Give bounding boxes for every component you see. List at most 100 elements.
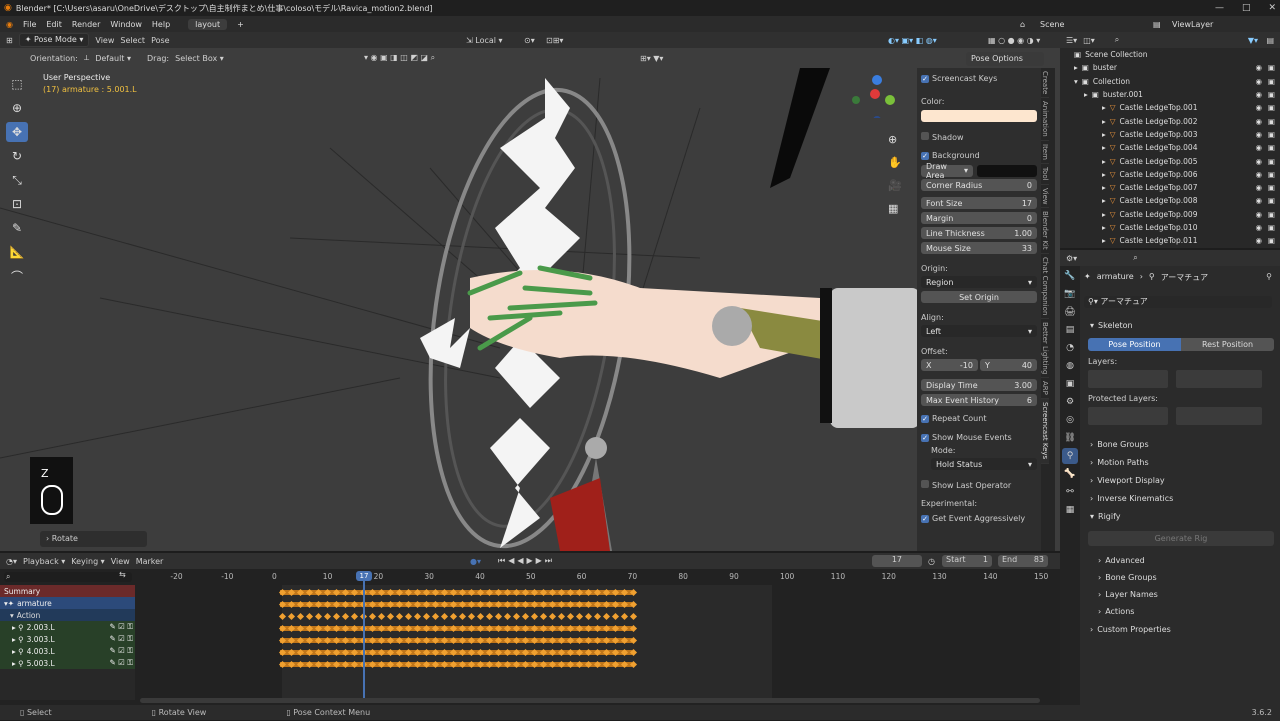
set-origin-button[interactable]: Set Origin (921, 291, 1037, 303)
camera-icon[interactable]: ▣ (1268, 103, 1275, 112)
menu-playback[interactable]: Playback ▾ (23, 557, 65, 566)
inverse-kinematics-panel[interactable]: › Inverse Kinematics (1084, 489, 1274, 507)
channel-toggle-icons[interactable]: ✎ ☑ ⚿ (110, 658, 133, 668)
minimize-button[interactable]: — (1215, 0, 1224, 16)
repeat-count-checkbox[interactable]: ✓ Repeat Count (921, 412, 1037, 425)
record-icon[interactable]: ●▾ (470, 557, 481, 566)
show-mouse-events-checkbox[interactable]: ✓ Show Mouse Events (921, 431, 1037, 444)
tab-create[interactable]: Create (1041, 68, 1049, 99)
channel-bone[interactable]: ▸ ⚲ 4.003.L ✎ ☑ ⚿ (0, 645, 135, 657)
tab-tool[interactable]: Tool (1041, 164, 1049, 185)
menu-help[interactable]: Help (152, 20, 170, 29)
transform-tool-icon[interactable]: ⊡ (6, 194, 28, 214)
select-mode-icons[interactable]: ▾ ◉ ▣ ◨ ◫ ◩ ◪ ⌕ (364, 53, 435, 63)
new-collection-icon[interactable]: ▤ (1266, 36, 1274, 45)
eye-icon[interactable]: ◉ (1255, 90, 1262, 99)
cursor-tool-icon[interactable]: ⊕ (6, 98, 28, 118)
camera-icon[interactable]: ▣ (1268, 183, 1275, 192)
view-layer-tab-icon[interactable]: ▤ (1062, 322, 1078, 338)
3d-viewport[interactable]: ⬚ ⊕ ✥ ↻ ⤡ ⊡ ✎ 📐 ⌒ User Perspective (17) … (0, 48, 1060, 551)
world-tab-icon[interactable]: ◍ (1062, 358, 1078, 374)
filter-icon[interactable]: ⊞▾ ▼▾ (640, 54, 663, 63)
drag-selector[interactable]: Select Box ▾ (175, 54, 224, 63)
outliner-row[interactable]: ▸ ▽ Castle LedgeTop.009 ◉ ▣ (1060, 208, 1280, 221)
pin-icon[interactable]: ⚲ (1266, 272, 1272, 281)
start-frame-field[interactable]: Start 1 (942, 555, 992, 567)
margin-field[interactable]: Margin 0 (921, 212, 1037, 224)
outliner-row[interactable]: ▸ ▽ Castle LedgeTop.004 ◉ ▣ (1060, 141, 1280, 154)
camera-icon[interactable]: ▣ (1268, 117, 1275, 126)
data-name-field[interactable]: ⚲▾ アーマチュア (1084, 296, 1272, 308)
tab-item[interactable]: Item (1041, 141, 1049, 164)
clock-icon[interactable]: ◷ (928, 557, 935, 566)
tab-arp[interactable]: ARP (1041, 378, 1049, 400)
tab-animation[interactable]: Animation (1041, 98, 1049, 141)
offset-y-field[interactable]: Y 40 (980, 359, 1037, 371)
camera-icon[interactable]: ▣ (1268, 63, 1275, 72)
channel-action[interactable]: ▾ Action (0, 609, 135, 621)
timeline-editor-icon[interactable]: ◔▾ (6, 557, 17, 566)
tab-layout[interactable]: layout (188, 18, 228, 30)
get-event-aggressively-checkbox[interactable]: ✓ Get Event Aggressively (921, 512, 1037, 525)
skeleton-panel-header[interactable]: ▾ Skeleton (1084, 316, 1274, 334)
generate-rig-button[interactable]: Generate Rig (1088, 531, 1274, 546)
properties-search-icon[interactable]: ⌕ (1133, 253, 1137, 263)
camera-icon[interactable]: ▣ (1268, 143, 1275, 152)
channel-bone[interactable]: ▸ ⚲ 2.003.L ✎ ☑ ⚿ (0, 621, 135, 633)
eye-icon[interactable]: ◉ (1255, 103, 1262, 112)
blender-menu-icon[interactable]: ◉ (6, 20, 13, 29)
eye-icon[interactable]: ◉ (1255, 143, 1262, 152)
camera-icon[interactable]: ▣ (1268, 223, 1275, 232)
menu-pose[interactable]: Pose (151, 36, 170, 45)
properties-editor-icon[interactable]: ⚙▾ (1066, 254, 1077, 263)
modifiers-tab-icon[interactable]: ⚙ (1062, 394, 1078, 410)
pivot-icon[interactable]: ⊙▾ (524, 36, 535, 45)
menu-timeline-view[interactable]: View (111, 557, 130, 566)
move-tool-icon[interactable]: ✥ (6, 122, 28, 142)
bone-tab-icon[interactable]: 🦴 (1062, 466, 1078, 482)
offset-x-field[interactable]: X -10 (921, 359, 978, 371)
eye-icon[interactable]: ◉ (1255, 117, 1262, 126)
layers-grid[interactable] (1088, 370, 1274, 388)
mouse-size-field[interactable]: Mouse Size 33 (921, 242, 1037, 254)
color-swatch[interactable] (921, 110, 1037, 122)
custom-properties-panel[interactable]: › Custom Properties (1084, 620, 1274, 638)
measure-tool-icon[interactable]: 📐 (6, 242, 28, 262)
select-tool-icon[interactable]: ⬚ (6, 74, 28, 94)
bone-constraints-tab-icon[interactable]: ⚯ (1062, 484, 1078, 500)
navigation-gizmo[interactable] (850, 72, 896, 124)
camera-icon[interactable]: ▣ (1268, 77, 1275, 86)
rigify-panel[interactable]: ▾ Rigify (1084, 507, 1274, 525)
origin-selector[interactable]: Region ▾ (921, 276, 1037, 288)
orientation-selector[interactable]: Default ▾ (95, 54, 131, 63)
zoom-icon[interactable]: ⊕ (888, 128, 902, 151)
eye-icon[interactable]: ◉ (1255, 77, 1262, 86)
timeline-scrollbar[interactable] (140, 698, 1040, 703)
eye-icon[interactable]: ◉ (1255, 130, 1262, 139)
advanced-panel[interactable]: › Advanced (1084, 552, 1274, 569)
channel-toggle-icons[interactable]: ✎ ☑ ⚿ (110, 622, 133, 632)
actions-panel[interactable]: › Actions (1084, 603, 1274, 620)
font-size-field[interactable]: Font Size 17 (921, 197, 1037, 209)
current-frame-badge[interactable]: 17 (356, 571, 372, 581)
tab-view[interactable]: View (1041, 185, 1049, 209)
close-button[interactable]: ✕ (1268, 0, 1276, 16)
tab-blender-kit[interactable]: Blender Kit (1041, 208, 1049, 254)
eye-icon[interactable]: ◉ (1255, 196, 1262, 205)
outliner-row[interactable]: ▸ ▽ Castle LedgeTop.010 ◉ ▣ (1060, 221, 1280, 234)
outliner-row[interactable]: ▸ ▽ Castle LedgeTop.006 ◉ ▣ (1060, 168, 1280, 181)
camera-icon[interactable]: ▣ (1268, 236, 1275, 245)
menu-keying[interactable]: Keying ▾ (71, 557, 104, 566)
tool-tab-icon[interactable]: 🔧 (1062, 268, 1078, 284)
eye-icon[interactable]: ◉ (1255, 236, 1262, 245)
background-checkbox[interactable]: ✓ Background (921, 149, 1037, 162)
protected-layers-grid[interactable] (1088, 407, 1274, 425)
outliner-row[interactable]: ▸ ▽ Castle LedgeTop.005 ◉ ▣ (1060, 154, 1280, 167)
corner-radius-field[interactable]: Corner Radius 0 (921, 179, 1037, 191)
viewport-display-panel[interactable]: › Viewport Display (1084, 471, 1274, 489)
scene-selector[interactable]: Scene (1040, 20, 1064, 29)
camera-icon[interactable]: ▣ (1268, 90, 1275, 99)
display-mode-icon[interactable]: ◫▾ (1083, 36, 1095, 45)
snap-icon[interactable]: ⊡⊞▾ (546, 36, 563, 45)
outliner-row[interactable]: ▾ ▣ Collection ◉ ▣ (1060, 75, 1280, 88)
